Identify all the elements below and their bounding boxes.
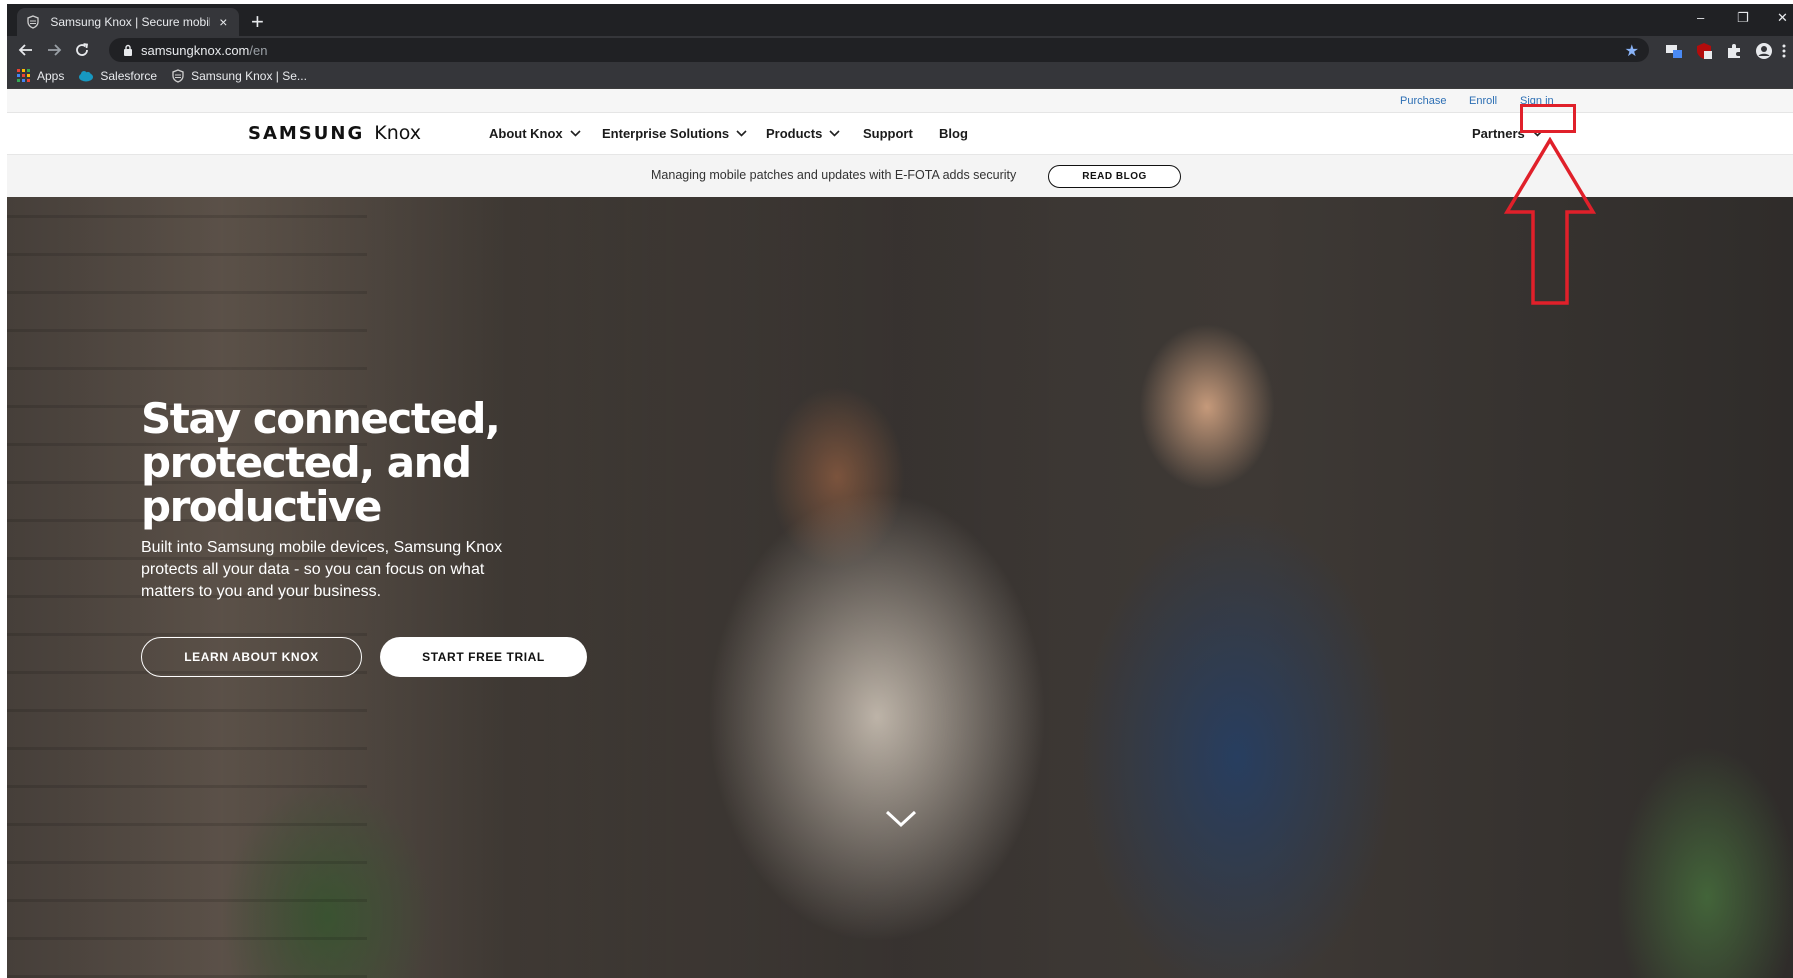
chevron-down-icon [570,130,581,137]
scroll-down-chevron-icon[interactable] [884,809,918,834]
hero-title-line: Stay connected, [141,394,501,443]
samsung-knox-logo[interactable]: SAMSUNG Knox [248,122,421,146]
enroll-link[interactable]: Enroll [1469,95,1497,107]
hero-title: Stay connected, protected, and productiv… [141,397,561,529]
purchase-link[interactable]: Purchase [1400,95,1446,107]
nav-blog[interactable]: Blog [939,126,968,141]
read-blog-button[interactable]: READ BLOG [1048,165,1181,188]
nav-about-knox[interactable]: About Knox [489,126,581,141]
nav-label: Products [766,126,823,141]
tab-close-icon[interactable]: × [216,14,231,30]
screenshot-frame: Samsung Knox | Secure mobile p × + – ❐ ✕… [7,4,1793,978]
browser-tab[interactable]: Samsung Knox | Secure mobile p × [17,8,239,36]
bookmark-label: Apps [37,69,65,83]
new-tab-button[interactable]: + [251,11,264,33]
forward-arrow-icon[interactable] [43,39,65,61]
chevron-down-icon [829,130,840,137]
nav-enterprise-solutions[interactable]: Enterprise Solutions [602,126,747,141]
annotation-highlight-box [1520,104,1576,133]
extension-ublock-icon[interactable] [1695,42,1713,60]
bookmark-label: Salesforce [100,69,158,83]
learn-about-knox-button[interactable]: LEARN ABOUT KNOX [141,637,362,677]
chevron-down-icon [736,130,747,137]
bookmark-samsung-knox[interactable]: Samsung Knox | Se... [171,69,307,83]
minimize-button[interactable]: – [1697,10,1704,25]
logo-brand: SAMSUNG [248,123,365,144]
hero-subtitle: Built into Samsung mobile devices, Samsu… [141,539,503,600]
nav-support[interactable]: Support [863,126,913,141]
url-host: samsungknox.com [141,42,250,58]
apps-grid-icon [17,69,30,82]
logo-product: Knox [374,122,422,144]
browser-toolbar: samsungknox.com /en ★ [7,36,1793,64]
start-free-trial-button[interactable]: START FREE TRIAL [380,637,587,677]
bookmark-star-icon[interactable]: ★ [1625,41,1639,61]
hero-title-line: productive [141,482,382,531]
extension-cast-icon[interactable] [1665,42,1683,60]
reload-icon[interactable] [71,39,93,61]
annotation-arrow-icon [1503,137,1597,305]
restore-button[interactable]: ❐ [1737,10,1749,26]
nav-products[interactable]: Products [766,126,840,141]
bookmark-salesforce[interactable]: Salesforce [78,69,157,83]
hero-title-line: protected, and [141,438,472,487]
nav-label: About Knox [489,126,563,141]
knox-shield-icon [25,14,40,30]
extensions-puzzle-icon[interactable] [1725,42,1743,60]
nav-label: Enterprise Solutions [602,126,730,141]
bookmarks-bar: Apps Salesforce Samsung Knox | Se... [7,64,1793,89]
profile-avatar-icon[interactable] [1755,42,1773,60]
bookmark-label: Samsung Knox | Se... [191,69,307,83]
bookmark-apps[interactable]: Apps [17,69,64,83]
hero-section: Stay connected, protected, and productiv… [7,197,1793,978]
nav-label: Support [863,126,913,141]
salesforce-cloud-icon [79,71,94,82]
tab-title: Samsung Knox | Secure mobile p [50,15,209,29]
knox-shield-icon [172,69,184,83]
address-bar[interactable]: samsungknox.com /en ★ [109,38,1649,62]
close-window-button[interactable]: ✕ [1777,10,1788,26]
lock-icon [123,44,133,56]
nav-label: Blog [939,126,968,141]
url-path: /en [249,42,268,58]
back-arrow-icon[interactable] [15,39,37,61]
browser-tab-strip: Samsung Knox | Secure mobile p × + – ❐ ✕ [7,4,1793,36]
promo-text: Managing mobile patches and updates with… [651,168,1017,182]
menu-kebab-icon[interactable] [1781,42,1789,60]
